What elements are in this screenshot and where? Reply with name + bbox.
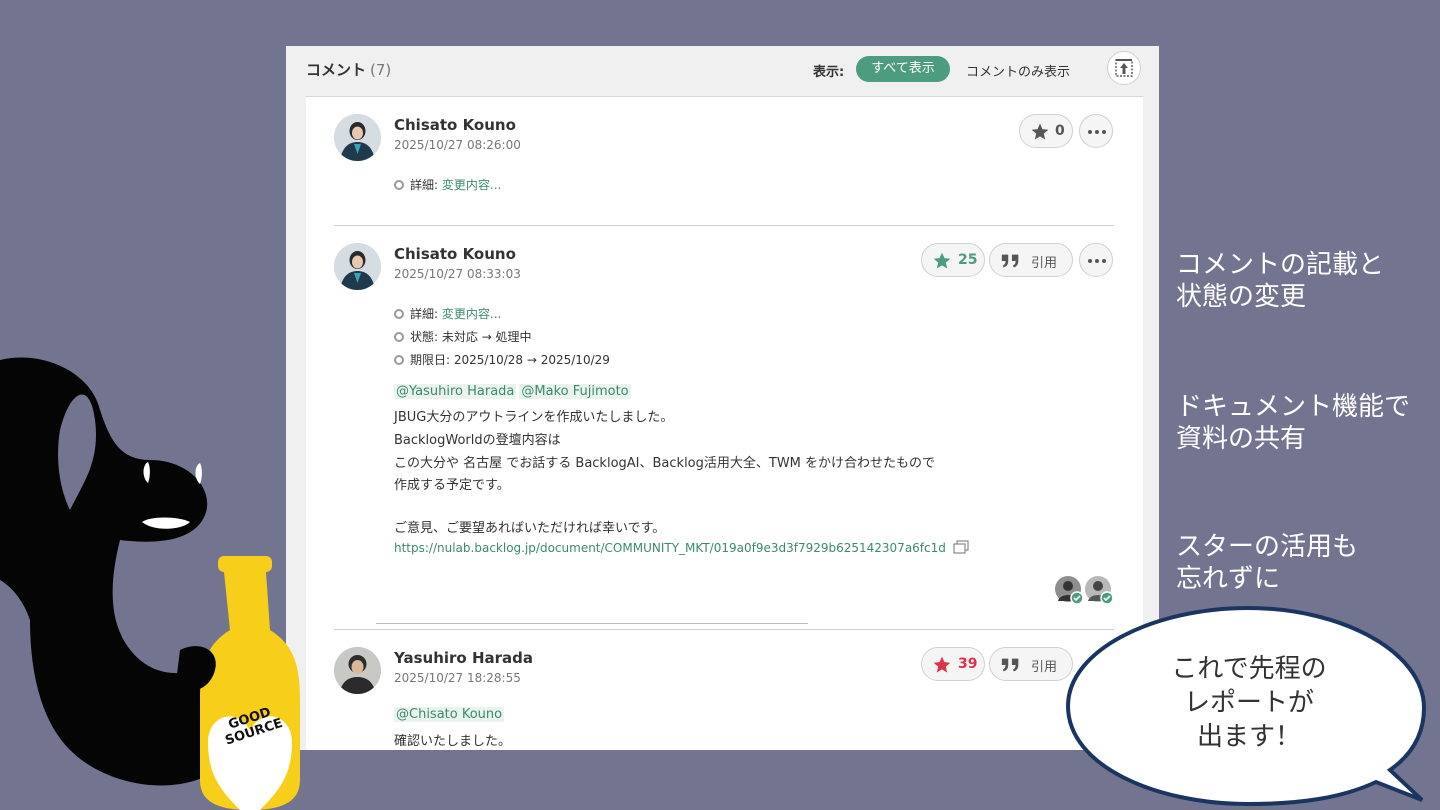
- annotation-line: 状態の変更: [1176, 282, 1307, 312]
- change-line: 詳細: 変更内容...: [394, 305, 501, 322]
- change-value: 2025/10/28 → 2025/10/29: [453, 353, 610, 367]
- change-label: 状態:: [410, 330, 439, 344]
- annotation-line: 忘れずに: [1176, 564, 1281, 594]
- comment-author[interactable]: Chisato Kouno: [394, 116, 516, 134]
- comment-list: Chisato Kouno 2025/10/27 08:26:00 0 詳細: …: [306, 96, 1143, 750]
- comment-text: 確認いたしました。: [394, 734, 512, 749]
- quote-label: 引用: [1031, 256, 1058, 271]
- comment-text: この大分や 名古屋 でお話する BacklogAI、Backlog活用大全、TW…: [394, 456, 936, 471]
- document-link[interactable]: https://nulab.backlog.jp/document/COMMUN…: [394, 541, 946, 555]
- star-icon: [1031, 123, 1049, 140]
- star-button[interactable]: 39: [921, 647, 985, 681]
- change-value: 未対応 → 処理中: [441, 330, 532, 344]
- star-icon: [933, 656, 951, 673]
- mention-link[interactable]: @Yasuhiro Harada: [394, 384, 517, 399]
- star-count: 39: [958, 656, 978, 672]
- avatar[interactable]: [334, 243, 381, 290]
- star-count: 0: [1055, 123, 1065, 139]
- bullet-icon: [394, 355, 404, 365]
- change-label: 期限日:: [410, 353, 451, 367]
- panel-header: コメント (7) 表示: すべて表示 コメントのみ表示: [286, 46, 1159, 96]
- mention-link[interactable]: @Mako Fujimoto: [519, 384, 631, 399]
- filter-comments-only-button[interactable]: コメントのみ表示: [966, 61, 1070, 80]
- bullet-icon: [394, 309, 404, 319]
- comment-item: Yasuhiro Harada 2025/10/27 18:28:55 39 引…: [334, 647, 1114, 750]
- speech-bubble-text: これで先程の レポートが 出ます！: [1096, 652, 1402, 754]
- scroll-indicator: [376, 623, 808, 624]
- change-label: 詳細:: [410, 307, 439, 321]
- change-detail-link[interactable]: 変更内容...: [442, 178, 501, 192]
- comment-author[interactable]: Yasuhiro Harada: [394, 649, 533, 667]
- star-count: 25: [958, 252, 978, 268]
- bubble-line: これで先程の: [1171, 654, 1327, 684]
- bubble-line: レポートが: [1183, 688, 1314, 718]
- ellipsis-icon: [1088, 259, 1092, 263]
- ellipsis-dot: [1095, 130, 1099, 134]
- comment-date: 2025/10/27 08:33:03: [394, 267, 521, 281]
- ellipsis-dot: [1095, 259, 1099, 263]
- sort-order-button[interactable]: [1107, 51, 1141, 85]
- ellipsis-icon: [1088, 130, 1092, 134]
- more-options-button[interactable]: [1079, 114, 1113, 148]
- mention-line: @Yasuhiro Harada @Mako Fujimoto: [394, 384, 634, 399]
- comment-date: 2025/10/27 18:28:55: [394, 671, 521, 685]
- quote-label: 引用: [1031, 660, 1058, 675]
- comment-text: JBUG大分のアウトラインを作成いたしました。: [394, 410, 674, 425]
- comment-divider: [334, 225, 1114, 226]
- comment-text: 作成する予定です。: [394, 478, 510, 493]
- annotation-line: スターの活用も: [1176, 532, 1359, 562]
- quote-icon: [1001, 658, 1019, 672]
- quote-button[interactable]: 引用: [989, 243, 1073, 277]
- comment-count: (7): [370, 61, 392, 79]
- sort-order-icon: [1115, 59, 1133, 77]
- more-options-button[interactable]: [1079, 243, 1113, 277]
- star-icon: [933, 252, 951, 269]
- annotation-line: コメントの記載と: [1176, 250, 1385, 280]
- comment-author[interactable]: Chisato Kouno: [394, 245, 516, 263]
- comment-divider: [334, 629, 1114, 630]
- comment-text: BacklogWorldの登壇内容は: [394, 433, 561, 448]
- bullet-icon: [394, 332, 404, 342]
- change-line: 詳細: 変更内容...: [394, 176, 501, 193]
- mention-link[interactable]: @Chisato Kouno: [394, 707, 505, 722]
- avatar[interactable]: [334, 114, 381, 161]
- star-button[interactable]: 0: [1019, 114, 1073, 148]
- mascot-illustration: [0, 357, 300, 810]
- document-link-line: https://nulab.backlog.jp/document/COMMUN…: [394, 540, 969, 555]
- star-button[interactable]: 25: [921, 243, 985, 277]
- bubble-line: 出ます！: [1196, 722, 1301, 752]
- panel-title: コメント (7): [306, 59, 391, 80]
- annotation-comment-status: コメントの記載と 状態の変更: [1176, 249, 1384, 313]
- change-line: 状態: 未対応 → 処理中: [394, 328, 532, 345]
- panel-title-text: コメント: [306, 61, 367, 79]
- quote-icon: [1001, 254, 1019, 268]
- annotation-star-usage: スターの活用も 忘れずに: [1176, 531, 1358, 595]
- comment-panel: コメント (7) 表示: すべて表示 コメントのみ表示 Chisato Koun…: [286, 46, 1159, 750]
- mention-line: @Chisato Kouno: [394, 707, 507, 722]
- annotation-document-share: ドキュメント機能で 資料の共有: [1176, 391, 1410, 455]
- avatar[interactable]: [334, 647, 381, 694]
- comment-text: ご意見、ご要望あればいただければ幸いです。: [394, 521, 666, 536]
- change-detail-link[interactable]: 変更内容...: [442, 307, 501, 321]
- bullet-icon: [394, 180, 404, 190]
- ellipsis-dot: [1102, 130, 1106, 134]
- filter-label: 表示:: [813, 65, 845, 80]
- comment-item: Chisato Kouno 2025/10/27 08:33:03 25 引用 …: [334, 243, 1114, 613]
- change-line: 期限日: 2025/10/28 → 2025/10/29: [394, 351, 610, 368]
- annotation-line: ドキュメント機能で: [1176, 392, 1411, 422]
- annotation-line: 資料の共有: [1176, 424, 1307, 454]
- comment-date: 2025/10/27 08:26:00: [394, 138, 521, 152]
- ellipsis-dot: [1102, 259, 1106, 263]
- copy-icon[interactable]: [953, 540, 969, 554]
- filter-all-button[interactable]: すべて表示: [856, 56, 950, 82]
- comment-item: Chisato Kouno 2025/10/27 08:26:00 0 詳細: …: [334, 114, 1114, 214]
- change-label: 詳細:: [410, 178, 439, 192]
